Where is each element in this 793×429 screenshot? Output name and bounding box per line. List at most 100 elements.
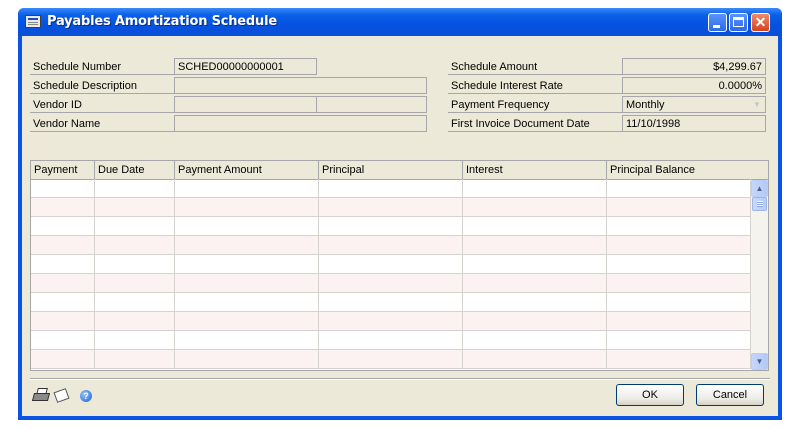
table-cell[interactable] [95,312,175,330]
table-cell[interactable] [175,198,319,216]
table-cell[interactable] [95,179,175,197]
table-cell[interactable] [31,198,95,216]
vertical-scrollbar[interactable]: ▲ ▼ [751,180,768,370]
printer-icon[interactable] [31,387,51,405]
table-cell[interactable] [607,198,751,216]
table-cell[interactable] [319,312,463,330]
table-cell[interactable] [463,179,607,197]
table-cell[interactable] [607,236,751,254]
table-cell[interactable] [31,293,95,311]
table-cell[interactable] [175,217,319,235]
table-cell[interactable] [607,255,751,273]
table-row[interactable] [31,331,751,350]
table-cell[interactable] [463,331,607,349]
vendor-id-field[interactable] [174,96,317,113]
column-header-interest[interactable]: Interest [463,161,607,179]
ok-button[interactable]: OK [616,384,684,406]
column-header-payment[interactable]: Payment [31,161,95,179]
table-cell[interactable] [95,331,175,349]
table-cell[interactable] [175,350,319,368]
column-header-principal-balance[interactable]: Principal Balance [607,161,768,179]
table-cell[interactable] [319,198,463,216]
table-cell[interactable] [319,293,463,311]
column-header-principal[interactable]: Principal [319,161,463,179]
table-cell[interactable] [463,236,607,254]
interest-rate-field[interactable]: 0.0000% [622,77,766,94]
table-cell[interactable] [95,217,175,235]
maximize-button[interactable] [729,13,748,32]
table-cell[interactable] [607,331,751,349]
amortization-grid[interactable]: Payment Due Date Payment Amount Principa… [30,160,769,371]
table-cell[interactable] [463,274,607,292]
table-row[interactable] [31,217,751,236]
schedule-number-field[interactable]: SCHED00000000001 [174,58,317,75]
table-cell[interactable] [31,217,95,235]
table-cell[interactable] [319,350,463,368]
table-cell[interactable] [31,274,95,292]
table-row[interactable] [31,274,751,293]
table-cell[interactable] [463,350,607,368]
table-cell[interactable] [463,217,607,235]
table-cell[interactable] [95,198,175,216]
window-app-icon[interactable] [25,15,41,28]
title-bar[interactable]: Payables Amortization Schedule ✕ [18,8,782,36]
table-cell[interactable] [463,198,607,216]
table-cell[interactable] [607,179,751,197]
payment-frequency-dropdown[interactable]: Monthly ▼ [622,96,766,113]
table-row[interactable] [31,179,751,198]
minimize-button[interactable] [708,13,727,32]
table-cell[interactable] [175,312,319,330]
note-icon[interactable] [53,387,71,405]
table-row[interactable] [31,293,751,312]
table-cell[interactable] [319,179,463,197]
column-header-payment-amount[interactable]: Payment Amount [175,161,319,179]
table-cell[interactable] [319,255,463,273]
table-row[interactable] [31,198,751,217]
vendor-name-field[interactable] [174,115,427,132]
chevron-down-icon[interactable]: ▼ [751,98,763,111]
scroll-up-button[interactable]: ▲ [751,180,768,197]
table-row[interactable] [31,255,751,274]
table-cell[interactable] [607,312,751,330]
table-row[interactable] [31,236,751,255]
table-cell[interactable] [31,179,95,197]
column-header-due-date[interactable]: Due Date [95,161,175,179]
scroll-down-button[interactable]: ▼ [751,353,768,370]
close-button[interactable]: ✕ [751,13,770,32]
table-cell[interactable] [31,236,95,254]
table-cell[interactable] [95,255,175,273]
table-cell[interactable] [31,312,95,330]
table-cell[interactable] [607,217,751,235]
table-cell[interactable] [175,255,319,273]
table-cell[interactable] [319,274,463,292]
cancel-button[interactable]: Cancel [696,384,764,406]
table-cell[interactable] [175,236,319,254]
table-cell[interactable] [319,217,463,235]
table-cell[interactable] [175,179,319,197]
table-cell[interactable] [607,274,751,292]
scroll-thumb[interactable] [752,197,767,211]
table-cell[interactable] [463,293,607,311]
table-cell[interactable] [31,255,95,273]
table-cell[interactable] [175,293,319,311]
table-cell[interactable] [95,236,175,254]
table-cell[interactable] [319,331,463,349]
table-cell[interactable] [95,274,175,292]
table-cell[interactable] [95,350,175,368]
table-cell[interactable] [175,274,319,292]
help-icon[interactable]: ? [77,387,95,405]
table-cell[interactable] [607,350,751,368]
table-cell[interactable] [175,331,319,349]
schedule-amount-field[interactable]: $4,299.67 [622,58,766,75]
table-cell[interactable] [319,236,463,254]
table-cell[interactable] [31,350,95,368]
table-cell[interactable] [463,312,607,330]
schedule-description-field[interactable] [174,77,427,94]
table-cell[interactable] [95,293,175,311]
table-cell[interactable] [463,255,607,273]
table-cell[interactable] [607,293,751,311]
table-row[interactable] [31,312,751,331]
first-invoice-date-field[interactable]: 11/10/1998 [622,115,766,132]
table-row[interactable] [31,350,751,369]
table-cell[interactable] [31,331,95,349]
